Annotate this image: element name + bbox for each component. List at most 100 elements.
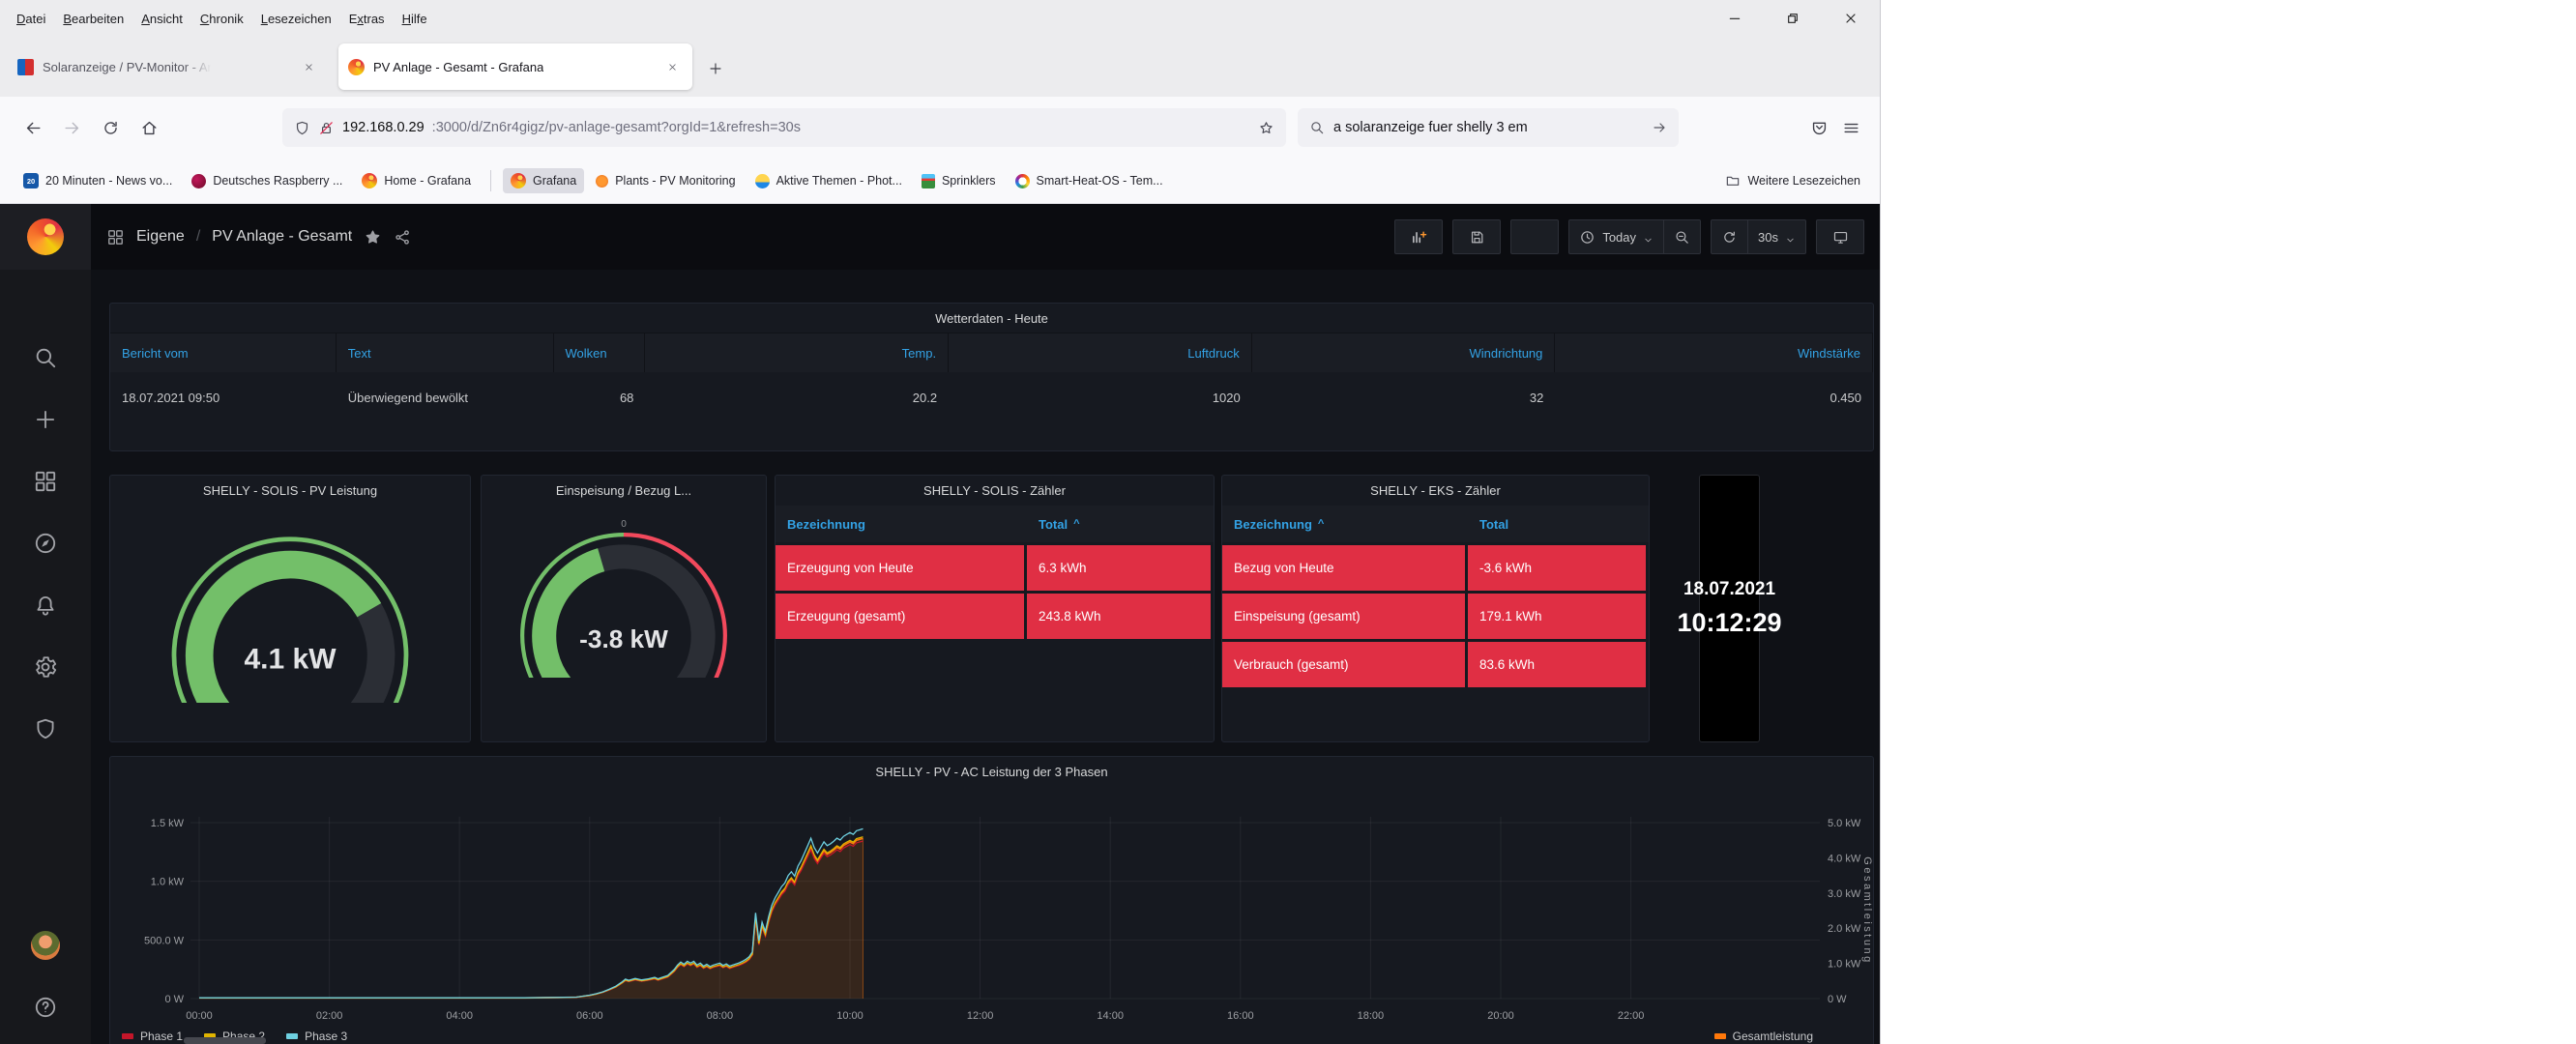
col-header-total[interactable]: Total <box>1468 506 1646 542</box>
search-input[interactable]: a solaranzeige fuer shelly 3 em <box>1333 120 1528 135</box>
plus-icon[interactable] <box>33 407 58 432</box>
bookmark-20-minuten-news-vo[interactable]: 20 20 Minuten - News vo... <box>15 168 180 193</box>
save-dashboard-button[interactable] <box>1452 219 1501 254</box>
20min-icon: 20 <box>23 173 39 188</box>
bookmark-deutsches-raspberry[interactable]: Deutsches Raspberry ... <box>184 169 350 193</box>
time-range-picker[interactable]: Today <box>1569 220 1663 253</box>
user-avatar[interactable] <box>31 931 60 960</box>
legend-swatch <box>286 1033 298 1039</box>
menu-ansicht[interactable]: Ansicht <box>132 8 191 30</box>
panel-title[interactable]: SHELLY - SOLIS - Zähler <box>776 476 1214 505</box>
grafana-icon <box>511 173 526 188</box>
forward-icon <box>63 119 81 137</box>
tab-grafana[interactable]: PV Anlage - Gesamt - Grafana <box>338 44 692 90</box>
zoom-out-button[interactable] <box>1663 220 1700 253</box>
alerting-icon[interactable] <box>33 593 58 618</box>
home-button[interactable] <box>130 110 168 145</box>
menu-extras[interactable]: Extras <box>340 8 394 30</box>
navigation-toolbar: 192.168.0.29 :3000/d/Zn6r4gigz/pv-anlage… <box>0 97 1880 159</box>
add-panel-button[interactable] <box>1394 219 1443 254</box>
reload-button[interactable] <box>91 110 130 145</box>
weather-col-header[interactable]: Windrichtung <box>1252 334 1556 372</box>
breadcrumb-dashboard-title[interactable]: PV Anlage - Gesamt <box>212 228 352 246</box>
folder-icon <box>1725 173 1741 188</box>
tab-close-button[interactable] <box>298 56 319 77</box>
dashboard-settings-button[interactable] <box>1510 219 1559 254</box>
app-menu-icon[interactable] <box>1842 119 1860 137</box>
tracking-protection-icon[interactable] <box>294 120 310 136</box>
legend-item-phase-3[interactable]: Phase 3 <box>286 1030 347 1043</box>
firefox-window: DateiBearbeitenAnsichtChronikLesezeichen… <box>0 0 1881 1044</box>
col-header-total[interactable]: Total ^ <box>1027 506 1211 542</box>
configuration-icon[interactable] <box>33 654 58 680</box>
menu-lesezeichen[interactable]: Lesezeichen <box>252 8 340 30</box>
weather-col-header[interactable]: Luftdruck <box>949 334 1252 372</box>
menu-hilfe[interactable]: Hilfe <box>394 8 436 30</box>
weather-col-header[interactable]: Windstärke <box>1555 334 1873 372</box>
horizontal-scrollbar-thumb[interactable] <box>184 1037 266 1044</box>
panel-title[interactable]: SHELLY - SOLIS - PV Leistung <box>110 476 470 505</box>
col-header-bezeichnung[interactable]: Bezeichnung ^ <box>1222 506 1468 542</box>
panel-title[interactable]: SHELLY - EKS - Zähler <box>1222 476 1649 505</box>
search-bar[interactable]: a solaranzeige fuer shelly 3 em <box>1298 108 1679 147</box>
tab-close-button[interactable] <box>661 56 683 77</box>
bookmark-grafana[interactable]: Grafana <box>503 168 584 193</box>
legend-item-gesamtleistung[interactable]: Gesamtleistung <box>1714 1030 1813 1043</box>
bookmark-smart-heat-os-tem[interactable]: Smart-Heat-OS - Tem... <box>1008 169 1171 193</box>
url-bar[interactable]: 192.168.0.29 :3000/d/Zn6r4gigz/pv-anlage… <box>282 108 1286 147</box>
forward-button[interactable] <box>52 110 91 145</box>
insecure-lock-icon[interactable] <box>318 120 335 136</box>
phase-chart[interactable]: 00:0002:0004:0006:0008:0010:0012:0014:00… <box>110 786 1875 1028</box>
search-icon[interactable] <box>33 345 58 370</box>
help-icon[interactable] <box>33 995 58 1020</box>
weather-col-header[interactable]: Temp. <box>645 334 949 372</box>
weather-cell: 1020 <box>949 372 1252 422</box>
close-button[interactable] <box>1822 0 1880 37</box>
pocket-icon[interactable] <box>1810 119 1829 137</box>
tab-solaranzeige[interactable]: Solaranzeige / PV-Monitor - An <box>8 44 329 90</box>
minimize-button[interactable] <box>1706 0 1764 37</box>
breadcrumb-folder[interactable]: Eigene <box>136 228 185 246</box>
search-go-icon[interactable] <box>1652 120 1667 135</box>
new-tab-button[interactable] <box>700 53 731 84</box>
legend-label: Gesamtleistung <box>1733 1030 1813 1043</box>
legend-item-phase-1[interactable]: Phase 1 <box>122 1030 183 1043</box>
panel-title[interactable]: Wetterdaten - Heute <box>110 304 1873 333</box>
col-header-bezeichnung[interactable]: Bezeichnung <box>776 506 1027 542</box>
refresh-button[interactable] <box>1712 220 1747 253</box>
dashboards-icon[interactable] <box>33 469 58 494</box>
bookmark-home-grafana[interactable]: Home - Grafana <box>354 168 479 193</box>
weather-col-header[interactable]: Text <box>337 334 554 372</box>
back-button[interactable] <box>14 110 52 145</box>
bookmark-sprinklers[interactable]: Sprinklers <box>914 169 1004 193</box>
bookmark-plants-pv-monitoring[interactable]: Plants - PV Monitoring <box>588 169 743 192</box>
screen: DateiBearbeitenAnsichtChronikLesezeichen… <box>0 0 2576 1044</box>
other-bookmarks[interactable]: Weitere Lesezeichen <box>1725 173 1864 188</box>
grafana-icon <box>362 173 377 188</box>
chart-legend-right: Gesamtleistung <box>1714 1030 1813 1043</box>
favorite-star-icon[interactable] <box>364 228 382 246</box>
restore-button[interactable] <box>1764 0 1822 37</box>
menu-datei[interactable]: Datei <box>8 8 54 30</box>
refresh-interval-picker[interactable]: 30s <box>1747 220 1805 253</box>
time-range-label: Today <box>1602 230 1636 245</box>
admin-icon[interactable] <box>33 716 58 741</box>
svg-text:10:00: 10:00 <box>836 1010 864 1022</box>
grafana-logo-button[interactable] <box>0 204 91 270</box>
meter-value-cell: 6.3 kWh <box>1027 545 1211 591</box>
menu-bearbeiten[interactable]: Bearbeiten <box>54 8 132 30</box>
bookmark-aktive-themen-phot[interactable]: Aktive Themen - Phot... <box>747 169 910 193</box>
bookmark-label: 20 Minuten - News vo... <box>45 174 172 188</box>
bulb-icon <box>755 174 770 188</box>
panel-title[interactable]: Einspeisung / Bezug L... <box>482 476 766 505</box>
tv-mode-button[interactable] <box>1816 219 1864 254</box>
panel-title[interactable]: SHELLY - PV - AC Leistung der 3 Phasen <box>110 757 1873 786</box>
bookmark-label: Plants - PV Monitoring <box>615 174 735 188</box>
bookmark-star-icon[interactable] <box>1258 120 1274 136</box>
weather-col-header[interactable]: Bericht vom <box>110 334 337 372</box>
menu-chronik[interactable]: Chronik <box>191 8 252 30</box>
weather-col-header[interactable]: Wolken <box>554 334 646 372</box>
share-icon[interactable] <box>394 228 412 246</box>
explore-icon[interactable] <box>33 531 58 556</box>
bookmarks-overflow-chevrons[interactable] <box>1706 173 1725 188</box>
